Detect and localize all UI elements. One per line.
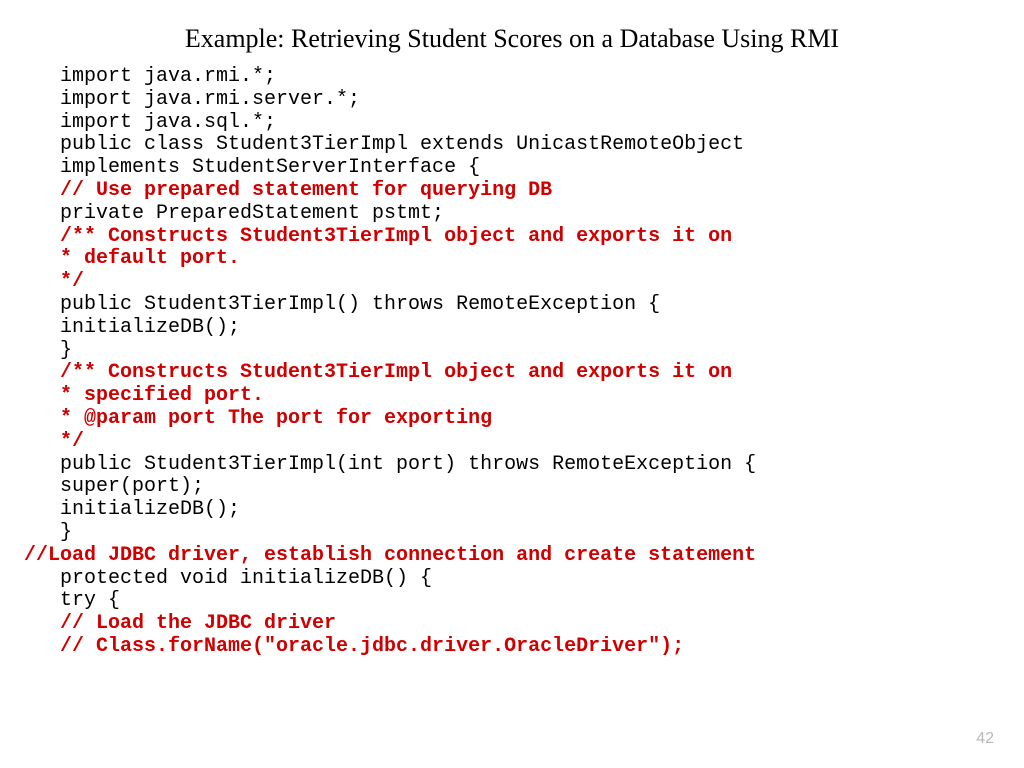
code-line: // Use prepared statement for querying D… (60, 180, 984, 203)
code-line: super(port); (60, 476, 984, 499)
code-line: //Load JDBC driver, establish connection… (24, 545, 984, 568)
code-line: implements StudentServerInterface { (60, 157, 984, 180)
code-line: initializeDB(); (60, 317, 984, 340)
slide-title: Example: Retrieving Student Scores on a … (40, 24, 984, 54)
code-line: public class Student3TierImpl extends Un… (60, 134, 984, 157)
code-line: /** Constructs Student3TierImpl object a… (60, 362, 984, 385)
code-line: initializeDB(); (60, 499, 984, 522)
code-line: private PreparedStatement pstmt; (60, 203, 984, 226)
code-line: } (60, 522, 984, 545)
code-line: */ (60, 271, 984, 294)
code-line: import java.rmi.*; (60, 66, 984, 89)
code-line: * specified port. (60, 385, 984, 408)
code-line: } (60, 340, 984, 363)
code-line: * @param port The port for exporting (60, 408, 984, 431)
code-line: import java.rmi.server.*; (60, 89, 984, 112)
code-line: // Class.forName("oracle.jdbc.driver.Ora… (60, 636, 984, 659)
code-line: public Student3TierImpl(int port) throws… (60, 454, 984, 477)
code-line: */ (60, 431, 984, 454)
code-line: protected void initializeDB() { (60, 568, 984, 591)
code-block: import java.rmi.*;import java.rmi.server… (60, 66, 984, 659)
slide-container: Example: Retrieving Student Scores on a … (0, 0, 1024, 659)
code-line: /** Constructs Student3TierImpl object a… (60, 226, 984, 249)
code-line: try { (60, 590, 984, 613)
page-number: 42 (976, 730, 994, 748)
code-line: public Student3TierImpl() throws RemoteE… (60, 294, 984, 317)
code-line: // Load the JDBC driver (60, 613, 984, 636)
code-line: import java.sql.*; (60, 112, 984, 135)
code-line: * default port. (60, 248, 984, 271)
